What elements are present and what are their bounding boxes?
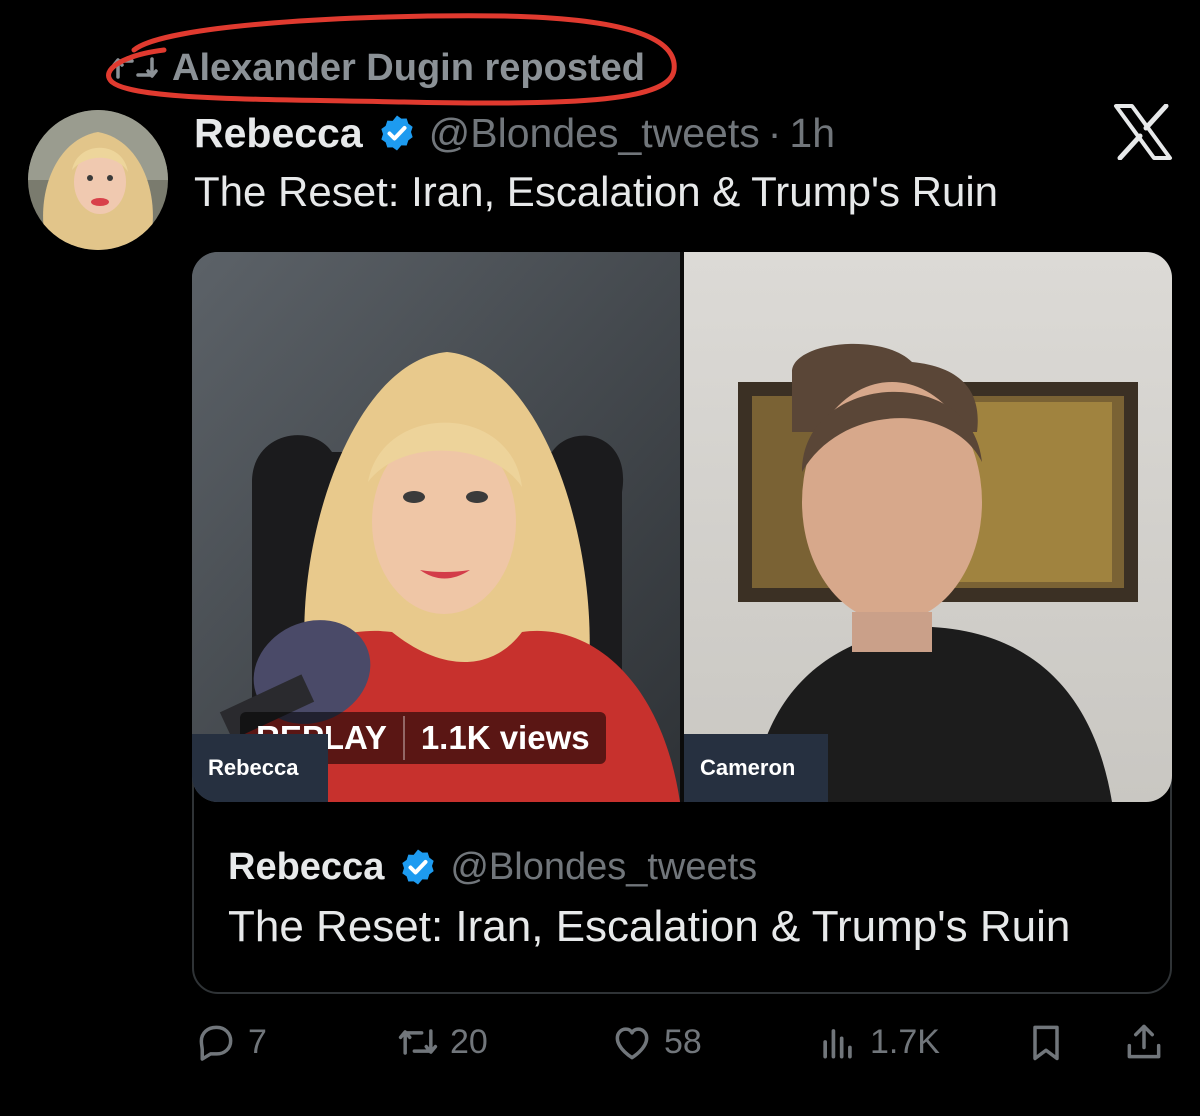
post-timestamp[interactable]: 1h — [789, 110, 835, 157]
retweet-button[interactable]: 20 — [396, 1020, 488, 1064]
reply-count: 7 — [248, 1022, 267, 1061]
retweet-icon — [398, 1029, 438, 1055]
retweet-count: 20 — [450, 1022, 488, 1061]
repost-context[interactable]: Alexander Dugin reposted — [112, 44, 645, 92]
post-text: The Reset: Iran, Escalation & Trump's Ru… — [194, 168, 999, 215]
reply-button[interactable]: 7 — [194, 1020, 267, 1064]
quoted-post-text: The Reset: Iran, Escalation & Trump's Ru… — [228, 902, 1071, 951]
repost-label: Alexander Dugin reposted — [172, 46, 645, 89]
bookmark-icon — [1033, 1025, 1059, 1061]
quoted-author-name[interactable]: Rebecca — [228, 846, 384, 889]
like-button[interactable]: 58 — [610, 1020, 702, 1064]
like-count: 58 — [664, 1022, 702, 1061]
bookmark-button[interactable] — [1024, 1020, 1068, 1064]
views-icon — [823, 1029, 852, 1059]
avatar-image — [28, 110, 168, 250]
like-icon — [615, 1027, 649, 1060]
avatar[interactable] — [28, 110, 168, 250]
views-button[interactable]: 1.7K — [816, 1020, 940, 1064]
reply-icon — [199, 1025, 233, 1061]
views-count: 1.7K — [870, 1022, 940, 1061]
views-label: 1.1K views — [420, 719, 590, 756]
badge-divider — [402, 716, 405, 760]
verified-badge-icon — [402, 849, 434, 885]
author-handle[interactable]: @Blondes_tweets — [429, 110, 760, 157]
action-bar: 7 20 58 1.7K — [190, 1020, 1180, 1078]
quoted-author-handle[interactable]: @Blondes_tweets — [450, 846, 757, 889]
participant-name-right: Cameron — [700, 755, 796, 780]
quoted-post-header: Rebecca @Blondes_tweets — [228, 842, 757, 892]
author-name[interactable]: Rebecca — [194, 110, 363, 157]
post-header: Rebecca @Blondes_tweets · 1h — [194, 108, 835, 158]
participant-name-left: Rebecca — [208, 755, 299, 780]
x-logo-icon[interactable] — [1112, 104, 1174, 160]
video-media[interactable]: REPLAY 1.1K views Rebecca Cameron — [192, 252, 1172, 802]
separator-dot: · — [767, 109, 782, 156]
share-button[interactable] — [1122, 1020, 1166, 1064]
participant-tag-right: Cameron — [684, 734, 828, 802]
participant-tag-left: Rebecca — [192, 734, 328, 802]
verified-badge-icon — [381, 115, 413, 151]
share-icon — [1127, 1024, 1161, 1059]
repost-icon — [112, 57, 158, 79]
